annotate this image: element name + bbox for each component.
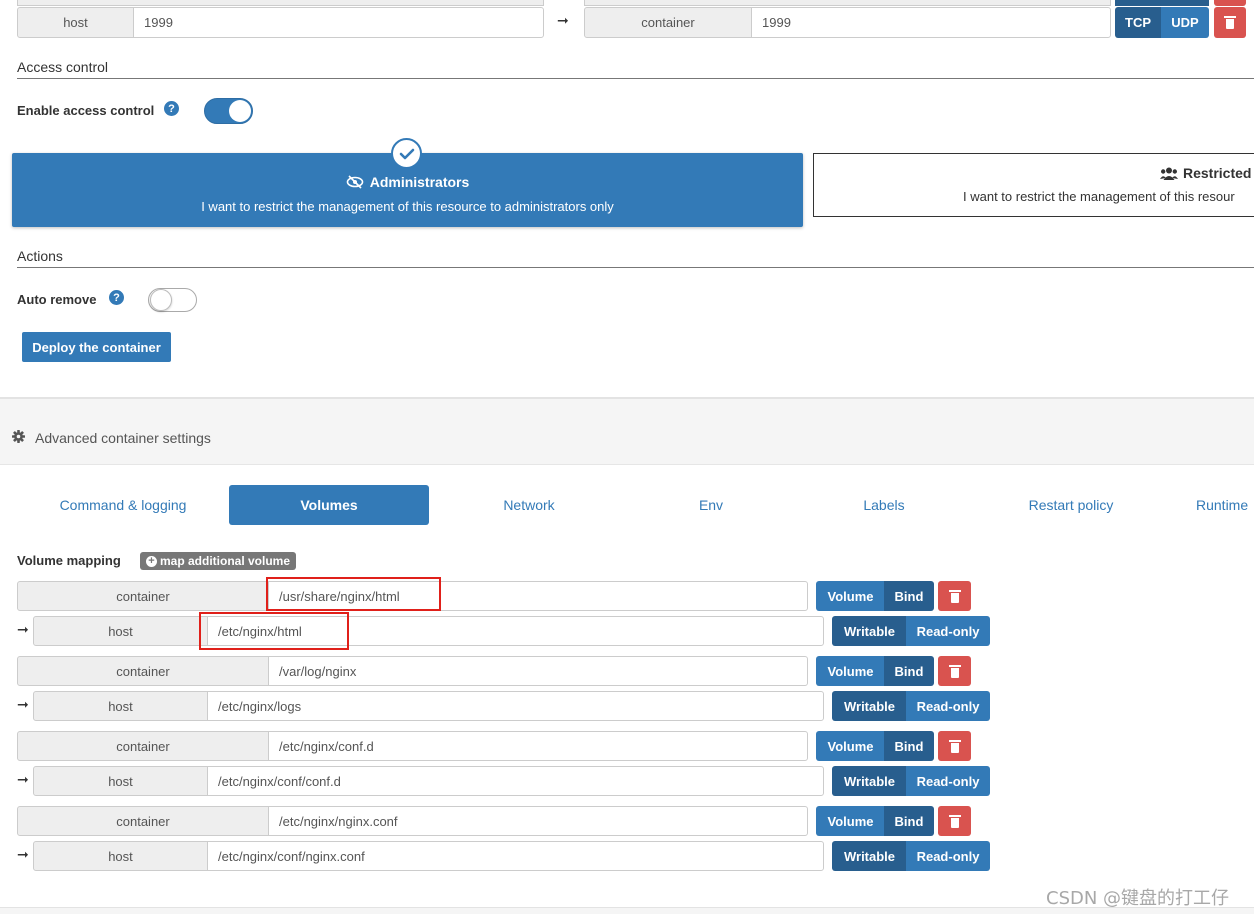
volume-container-label: container	[17, 731, 269, 761]
delete-volume-button[interactable]	[938, 581, 971, 611]
watermark: CSDN @键盘的打工仔	[1046, 888, 1230, 909]
auto-remove-toggle[interactable]	[148, 288, 197, 312]
volume-container-label: container	[17, 581, 269, 611]
volume-container-label: container	[17, 806, 269, 836]
volume-host-path-input[interactable]: /etc/nginx/logs	[207, 691, 824, 721]
port-host-input[interactable]: 1999	[133, 7, 544, 38]
highlight-box	[266, 577, 441, 611]
port-arrow-icon: ➞	[557, 12, 569, 28]
eye-slash-icon	[346, 175, 364, 189]
divider	[17, 267, 1254, 268]
writable-button[interactable]: Writable	[832, 766, 907, 796]
volume-host-label: host	[33, 691, 208, 721]
delete-volume-button[interactable]	[938, 656, 971, 686]
volume-type-bind-button[interactable]: Bind	[884, 656, 934, 686]
volume-type-volume-button[interactable]: Volume	[816, 656, 885, 686]
trash-icon	[948, 664, 961, 678]
volume-type-bind-button[interactable]: Bind	[884, 731, 934, 761]
port-row-top-cropped-2	[584, 0, 1111, 6]
port-container-label: container	[584, 7, 752, 38]
volume-container-path-input[interactable]: /var/log/nginx	[268, 656, 808, 686]
enable-access-control-label: Enable access control	[17, 103, 155, 118]
arrow-right-icon: ➞	[17, 771, 29, 787]
arrow-right-icon: ➞	[17, 696, 29, 712]
writable-button[interactable]: Writable	[832, 616, 907, 646]
volume-mapping-label: Volume mapping	[17, 553, 121, 568]
tab-command-logging[interactable]: Command & logging	[43, 485, 203, 525]
port-row-top-cropped	[17, 0, 544, 6]
tab-labels[interactable]: Labels	[844, 485, 924, 525]
volume-container-label: container	[17, 656, 269, 686]
delete-port-button[interactable]	[1214, 7, 1246, 38]
volume-host-label: host	[33, 766, 208, 796]
port-container-input[interactable]: 1999	[751, 7, 1111, 38]
volume-host-label: host	[33, 841, 208, 871]
help-icon[interactable]: ?	[164, 101, 179, 116]
read-only-button[interactable]: Read-only	[906, 616, 990, 646]
map-additional-volume-label: map additional volume	[160, 554, 291, 568]
tab-restart-policy[interactable]: Restart policy	[1011, 485, 1131, 525]
help-icon[interactable]: ?	[109, 290, 124, 305]
writable-button[interactable]: Writable	[832, 691, 907, 721]
divider	[17, 78, 1254, 79]
delete-volume-button[interactable]	[938, 731, 971, 761]
tab-runtime[interactable]: Runtime	[1196, 485, 1254, 525]
arrow-right-icon: ➞	[17, 846, 29, 862]
port-delete-cropped	[1214, 0, 1246, 6]
tcp-button[interactable]: TCP	[1115, 7, 1161, 38]
restricted-title: Restricted	[1183, 165, 1252, 181]
map-additional-volume-button[interactable]: + map additional volume	[140, 552, 297, 570]
trash-icon	[1224, 16, 1236, 29]
read-only-button[interactable]: Read-only	[906, 841, 990, 871]
volume-type-volume-button[interactable]: Volume	[816, 806, 885, 836]
volume-host-path-input[interactable]: /etc/nginx/conf/nginx.conf	[207, 841, 824, 871]
restricted-title-row: Restricted	[1160, 165, 1251, 181]
tab-env[interactable]: Env	[681, 485, 741, 525]
actions-title: Actions	[17, 248, 63, 264]
access-control-title: Access control	[17, 59, 109, 75]
arrow-right-icon: ➞	[17, 621, 29, 637]
port-host-label: host	[17, 7, 134, 38]
toggle-knob	[150, 289, 172, 311]
tab-volumes[interactable]: Volumes	[229, 485, 429, 525]
writable-button[interactable]: Writable	[832, 841, 907, 871]
udp-button[interactable]: UDP	[1161, 7, 1209, 38]
auto-remove-label: Auto remove	[17, 292, 97, 307]
volume-type-volume-button[interactable]: Volume	[816, 581, 885, 611]
volume-container-path-input[interactable]: /etc/nginx/conf.d	[268, 731, 808, 761]
administrators-title-row: Administrators	[12, 174, 803, 190]
volume-host-label: host	[33, 616, 208, 646]
trash-icon	[948, 739, 961, 753]
toggle-knob	[229, 100, 251, 122]
users-icon	[1160, 167, 1178, 180]
volume-type-volume-button[interactable]: Volume	[816, 731, 885, 761]
gear-icon	[12, 430, 25, 443]
plus-circle-icon: +	[146, 555, 157, 567]
deploy-container-button[interactable]: Deploy the container	[22, 332, 171, 362]
selected-check-icon	[391, 138, 422, 169]
delete-volume-button[interactable]	[938, 806, 971, 836]
administrators-description: I want to restrict the management of thi…	[201, 199, 614, 214]
volume-host-path-input[interactable]: /etc/nginx/conf/conf.d	[207, 766, 824, 796]
administrators-title: Administrators	[369, 174, 470, 190]
tab-network[interactable]: Network	[479, 485, 579, 525]
trash-icon	[948, 814, 961, 828]
read-only-button[interactable]: Read-only	[906, 691, 990, 721]
volume-type-bind-button[interactable]: Bind	[884, 581, 934, 611]
advanced-settings-title: Advanced container settings	[35, 430, 211, 446]
volume-container-path-input[interactable]: /etc/nginx/nginx.conf	[268, 806, 808, 836]
highlight-box	[199, 612, 349, 650]
restricted-option[interactable]: Restricted I want to restrict the manage…	[813, 153, 1254, 217]
access-control-toggle[interactable]	[204, 98, 253, 124]
restricted-description: I want to restrict the management of thi…	[963, 189, 1235, 204]
volume-type-bind-button[interactable]: Bind	[884, 806, 934, 836]
read-only-button[interactable]: Read-only	[906, 766, 990, 796]
port-protocol-cropped	[1115, 0, 1209, 6]
trash-icon	[948, 589, 961, 603]
